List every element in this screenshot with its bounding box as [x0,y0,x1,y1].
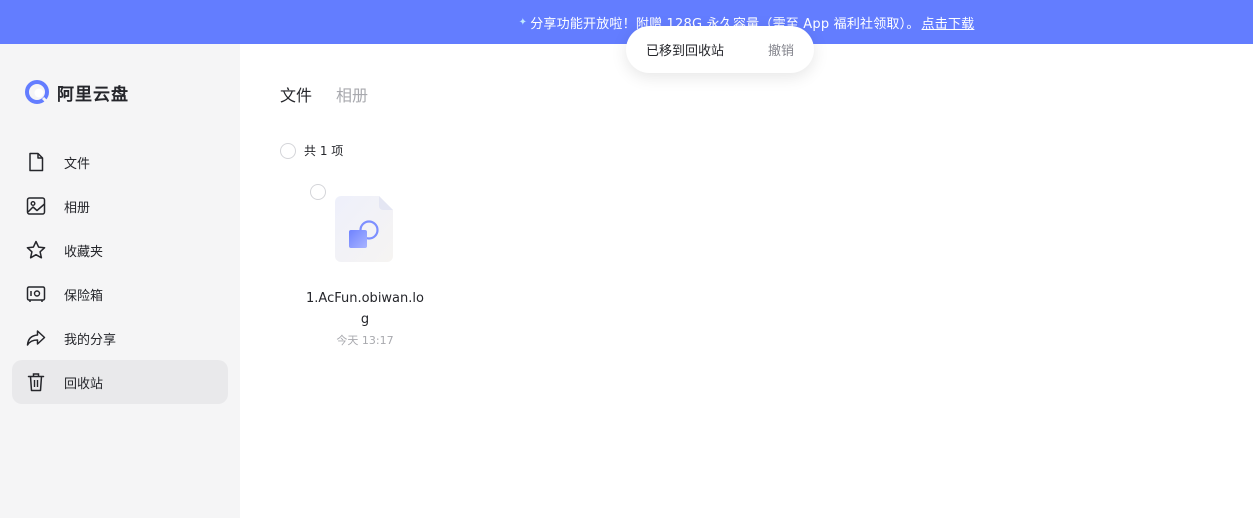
select-all-checkbox[interactable] [280,142,296,159]
sidebar-item-label: 保险箱 [64,288,104,304]
sidebar-nav: 文件 相册 收藏夹 保险箱 我的分享 回收站 [12,140,228,404]
tab-files[interactable]: 文件 [280,82,312,106]
file-modified-time: 今天 13:17 [336,334,394,347]
content-tabs: 文件 相册 [280,82,392,106]
sidebar-item-label: 我的分享 [64,332,117,348]
sidebar-item-my-shares[interactable]: 我的分享 [12,316,228,360]
file-select-checkbox[interactable] [310,184,326,200]
sidebar-item-label: 回收站 [64,376,104,392]
file-icon [29,152,44,172]
safe-icon [26,286,46,302]
file-item[interactable]: 1.AcFun.obiwan.log 今天 13:17 [302,184,428,354]
app-name: 阿里云盘 [57,84,129,105]
trash-icon [27,373,45,392]
app-logo[interactable]: 阿里云盘 [24,79,129,105]
star-icon [26,240,46,259]
main-content: 文件 相册 共 1 项 1.AcFun.obiwan.log 今天 13:17 [240,44,1253,518]
banner-download-link[interactable]: 点击下载 [922,13,975,32]
sidebar-item-favorites[interactable]: 收藏夹 [12,228,228,272]
sidebar-item-files[interactable]: 文件 [12,140,228,184]
sidebar: 阿里云盘 文件 相册 收藏夹 保险箱 我的分享 回收站 [0,44,240,518]
select-all-row: 共 1 项 [280,142,343,159]
sidebar-item-label: 收藏夹 [64,244,104,260]
file-name: 1.AcFun.obiwan.log [306,291,424,327]
photo-icon [26,197,46,215]
item-count: 共 1 项 [304,144,344,158]
sidebar-item-label: 相册 [64,200,91,216]
share-icon [26,330,46,346]
sidebar-item-recycle-bin[interactable]: 回收站 [12,360,228,404]
tab-photos[interactable]: 相册 [336,82,368,106]
sidebar-item-photos[interactable]: 相册 [12,184,228,228]
promo-banner: ✦ 分享功能开放啦！附赠 128G 永久容量（需至 App 福利社领取）。 点击… [0,0,1253,44]
sidebar-item-safe[interactable]: 保险箱 [12,272,228,316]
toast-message: 已移到回收站 [646,44,725,59]
toast-notification: 已移到回收站 撤销 [626,26,814,73]
undo-button[interactable]: 撤销 [768,40,794,59]
sidebar-item-label: 文件 [64,156,91,172]
aliyun-drive-logo-icon [25,80,50,105]
generic-file-icon [335,196,393,262]
sparkle-icon: ✦ [518,16,528,28]
